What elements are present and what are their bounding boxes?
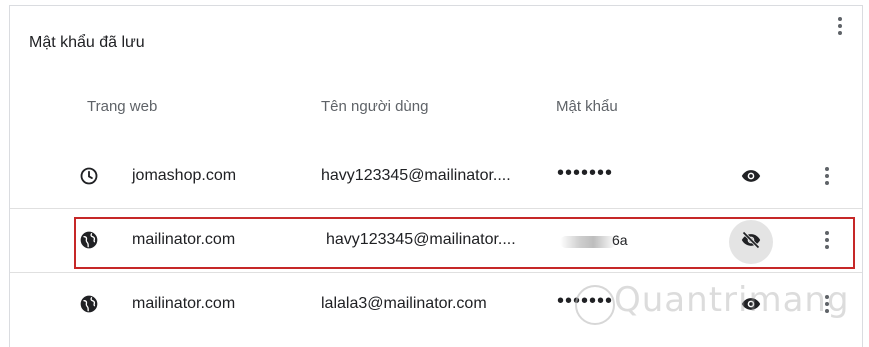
- username-value: havy123345@mailinator....: [326, 231, 516, 248]
- password-masked: •••••••: [557, 162, 614, 184]
- section-title: Mật khẩu đã lưu: [29, 34, 145, 51]
- username-value: havy123345@mailinator....: [321, 167, 511, 184]
- column-header-password: Mật khẩu: [556, 98, 618, 115]
- row-more-menu-icon[interactable]: [815, 164, 839, 188]
- site-name[interactable]: mailinator.com: [132, 231, 235, 249]
- hide-password-eye-off-icon[interactable]: [740, 230, 762, 250]
- site-name[interactable]: mailinator.com: [132, 295, 235, 313]
- watermark-text: Quantrimang: [614, 280, 850, 320]
- column-header-site: Trang web: [87, 98, 158, 115]
- section-more-menu-icon[interactable]: [828, 14, 852, 38]
- globe-icon: [80, 231, 98, 249]
- history-icon: [80, 167, 98, 185]
- show-password-eye-icon[interactable]: [740, 166, 762, 186]
- username-value: lalala3@mailinator.com: [321, 295, 487, 312]
- password-row: mailinator.com havy123345@mailinator....…: [10, 208, 862, 273]
- redacted-password-blur: [560, 236, 616, 248]
- site-name[interactable]: jomashop.com: [132, 167, 236, 185]
- column-header-username: Tên người dùng: [321, 98, 429, 115]
- globe-icon: [80, 295, 98, 313]
- password-row: jomashop.com havy123345@mailinator.... •…: [10, 144, 862, 209]
- row-more-menu-icon[interactable]: [815, 228, 839, 252]
